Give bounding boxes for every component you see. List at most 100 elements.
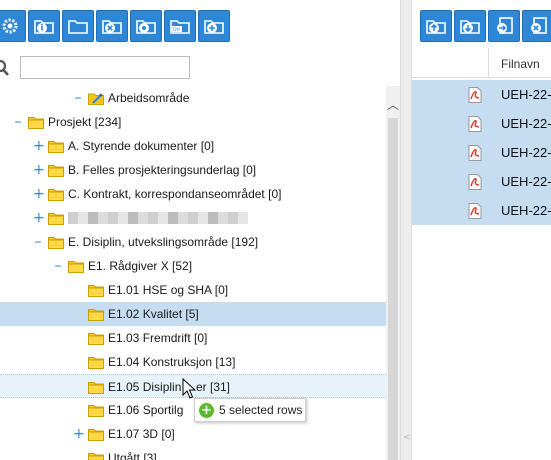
folder-settings-icon bbox=[204, 20, 224, 34]
new-folder-button[interactable] bbox=[62, 10, 94, 42]
folder-icon bbox=[88, 285, 104, 297]
tree-node[interactable]: – E1. Rådgiver X [52] bbox=[0, 254, 386, 278]
redacted-label bbox=[68, 212, 248, 224]
tree-node[interactable]: – Prosjekt [234] bbox=[0, 110, 386, 134]
download-button[interactable] bbox=[454, 10, 486, 42]
view-folder-button[interactable] bbox=[130, 10, 162, 42]
tree-node-label: E1. Rådgiver X [52] bbox=[88, 259, 193, 273]
tree-node-label: A. Styrende dokumenter [0] bbox=[68, 139, 215, 153]
filename-cell: UEH-22- bbox=[501, 203, 551, 218]
collapse-icon[interactable]: – bbox=[53, 259, 63, 273]
folder-info-icon bbox=[34, 20, 54, 34]
tree-node[interactable]: + E1.07 3D [0] bbox=[0, 422, 386, 446]
scroll-up-icon[interactable]: ︿ bbox=[386, 96, 400, 112]
rename-folder-icon: Un bbox=[170, 20, 190, 34]
tree-node[interactable]: + A. Styrende dokumenter [0] bbox=[0, 134, 386, 158]
tree-node-label: Utgått [3] bbox=[108, 451, 157, 460]
folder-icon bbox=[48, 237, 64, 249]
tree-node[interactable]: E1.02 Kvalitet [5] bbox=[0, 302, 386, 326]
panel-splitter[interactable]: < bbox=[400, 0, 412, 460]
tree-node-label: C. Kontrakt, korrespondanseområdet [0] bbox=[68, 187, 282, 201]
drag-tooltip-text: 5 selected rows bbox=[219, 403, 303, 417]
tree-node[interactable]: E1.06 Sportilgg [0] bbox=[0, 398, 386, 422]
tree-node[interactable]: E1.01 HSE og SHA [0] bbox=[0, 278, 386, 302]
tree-node[interactable]: + B. Felles prosjekteringsunderlag [0] bbox=[0, 158, 386, 182]
tree-scrollbar[interactable]: ︿ bbox=[386, 86, 400, 460]
folder-settings-button[interactable] bbox=[198, 10, 230, 42]
pdf-file-icon bbox=[468, 116, 482, 132]
folder-icon bbox=[88, 309, 104, 321]
filename-cell: UEH-22- bbox=[501, 174, 551, 189]
table-row[interactable]: UEH-22- bbox=[412, 138, 551, 167]
tree-node[interactable]: E1.04 Konstruksjon [13] bbox=[0, 350, 386, 374]
folder-icon bbox=[48, 141, 64, 153]
folder-icon bbox=[28, 117, 44, 129]
upload-icon bbox=[426, 20, 446, 34]
delete-icon bbox=[531, 17, 547, 34]
drag-tooltip: + 5 selected rows bbox=[194, 398, 306, 422]
tree-node-label-tail: er [31] bbox=[196, 380, 231, 394]
folder-icon bbox=[88, 333, 104, 345]
tree-node[interactable]: + C. Kontrakt, korrespondanseområdet [0] bbox=[0, 182, 386, 206]
tree-search-input[interactable] bbox=[20, 56, 190, 79]
folder-icon bbox=[88, 357, 104, 369]
file-grid: UEH-22- UEH-22- UEH-22- UEH-22- UEH-22- bbox=[412, 80, 551, 225]
move-button[interactable] bbox=[488, 10, 520, 42]
tree-node[interactable]: + bbox=[0, 206, 386, 230]
expand-icon[interactable]: + bbox=[33, 139, 45, 153]
workspace-folder-icon bbox=[88, 93, 104, 105]
tree-node-label: Prosjekt [234] bbox=[48, 115, 122, 129]
collapse-left-icon[interactable]: < bbox=[403, 432, 411, 443]
tree-node-label: E1.04 Konstruksjon [13] bbox=[108, 355, 236, 369]
upload-button[interactable] bbox=[420, 10, 452, 42]
tree-node[interactable]: E1.03 Fremdrift [0] bbox=[0, 326, 386, 350]
rename-folder-button[interactable]: Un bbox=[164, 10, 196, 42]
tree-node-label: B. Felles prosjekteringsunderlag [0] bbox=[68, 163, 257, 177]
table-row[interactable]: UEH-22- bbox=[412, 167, 551, 196]
delete-button[interactable] bbox=[522, 10, 551, 42]
folder-icon bbox=[88, 405, 104, 417]
expand-icon[interactable]: + bbox=[33, 187, 45, 201]
new-folder-icon bbox=[68, 20, 88, 34]
folder-icon bbox=[48, 213, 64, 225]
folder-icon bbox=[48, 165, 64, 177]
table-row[interactable]: UEH-22- bbox=[412, 80, 551, 109]
scrollbar-thumb[interactable] bbox=[388, 118, 398, 460]
move-icon bbox=[497, 17, 513, 34]
folder-icon bbox=[88, 382, 104, 394]
expand-icon[interactable]: + bbox=[33, 163, 45, 177]
download-icon bbox=[460, 20, 480, 34]
collapse-icon[interactable]: – bbox=[13, 115, 23, 129]
tree-node[interactable]: – E. Disiplin, utvekslingsområde [192] bbox=[0, 230, 386, 254]
gear-button[interactable] bbox=[0, 10, 26, 42]
pdf-file-icon bbox=[468, 174, 482, 190]
filename-cell: UEH-22- bbox=[501, 87, 551, 102]
column-separator[interactable] bbox=[488, 48, 489, 78]
view-folder-icon bbox=[136, 20, 156, 34]
mouse-cursor-icon bbox=[182, 378, 196, 399]
tree-node-label: E1.03 Fremdrift [0] bbox=[108, 331, 208, 345]
gear-icon bbox=[2, 18, 18, 34]
filename-column-header[interactable]: Filnavn bbox=[501, 57, 540, 71]
search-icon bbox=[0, 59, 9, 76]
tree-node-label: E1.05 Disiplin bbox=[108, 380, 182, 394]
folder-toolbar: Un bbox=[0, 0, 400, 46]
svg-text:Un: Un bbox=[173, 27, 180, 33]
folder-tree: – Arbeidsområde – Prosjekt [234] + A. Styrend… bbox=[0, 86, 386, 460]
tree-node[interactable]: – Arbeidsområde bbox=[0, 86, 386, 110]
collapse-icon[interactable]: – bbox=[73, 91, 83, 105]
folder-icon bbox=[48, 189, 64, 201]
file-grid-header: Filnavn bbox=[412, 48, 551, 78]
pdf-file-icon bbox=[468, 203, 482, 219]
tree-node[interactable]: Utgått [3] bbox=[0, 446, 386, 460]
delete-folder-icon bbox=[102, 20, 122, 34]
filename-cell: UEH-22- bbox=[501, 145, 551, 160]
expand-icon[interactable]: + bbox=[33, 211, 45, 225]
expand-icon[interactable]: + bbox=[73, 427, 85, 441]
table-row[interactable]: UEH-22- bbox=[412, 196, 551, 225]
file-toolbar bbox=[412, 0, 551, 46]
table-row[interactable]: UEH-22- bbox=[412, 109, 551, 138]
folder-info-button[interactable] bbox=[28, 10, 60, 42]
delete-folder-button[interactable] bbox=[96, 10, 128, 42]
collapse-icon[interactable]: – bbox=[33, 235, 43, 249]
